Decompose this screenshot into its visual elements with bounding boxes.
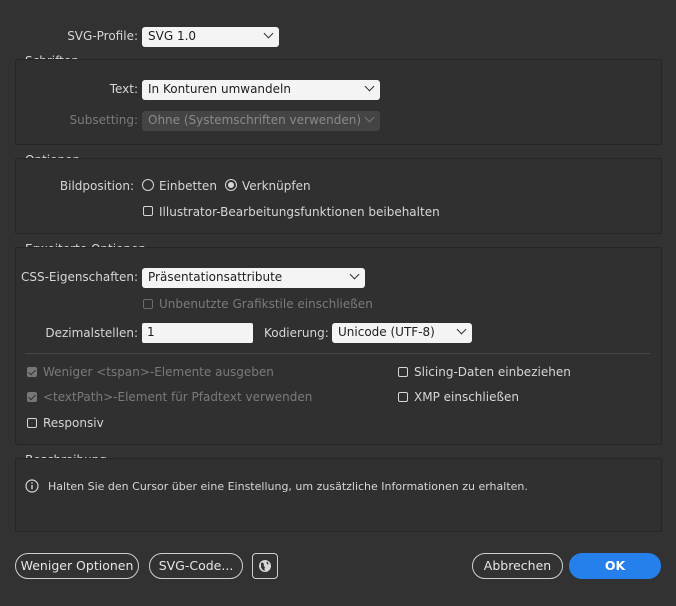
- ok-button[interactable]: OK: [569, 553, 661, 579]
- svg-profile-label: SVG-Profile:: [67, 29, 138, 43]
- text-select-value: In Konturen umwandeln: [148, 82, 291, 96]
- subsetting-label: Subsetting:: [69, 113, 138, 127]
- image-position-label: Bildposition:: [59, 179, 134, 193]
- encoding-value: Unicode (UTF-8): [338, 325, 435, 339]
- cancel-button[interactable]: Abbrechen: [472, 553, 563, 579]
- fewer-tspan-checkbox[interactable]: [27, 367, 37, 377]
- css-properties-select[interactable]: Präsentationsattribute: [142, 268, 365, 288]
- chevron-down-icon: [263, 28, 274, 39]
- xmp-checkbox[interactable]: [398, 392, 408, 402]
- decimal-places-input[interactable]: 1: [142, 323, 253, 343]
- xmp-label[interactable]: XMP einschließen: [414, 390, 519, 404]
- chevron-down-icon: [364, 112, 375, 123]
- textpath-checkbox[interactable]: [27, 392, 37, 402]
- options-section: [15, 158, 662, 234]
- chevron-down-icon: [456, 324, 467, 335]
- embed-radio[interactable]: [142, 179, 154, 191]
- subsetting-select-value: Ohne (Systemschriften verwenden): [148, 113, 362, 127]
- unused-styles-checkbox[interactable]: [143, 299, 153, 309]
- fewer-options-button[interactable]: Weniger Optionen: [15, 553, 139, 579]
- svg-code-button[interactable]: SVG-Code...: [149, 553, 243, 579]
- css-properties-label: CSS-Eigenschaften:: [20, 270, 138, 284]
- responsive-label[interactable]: Responsiv: [43, 416, 104, 430]
- subsetting-select[interactable]: Ohne (Systemschriften verwenden): [142, 111, 380, 131]
- preserve-editing-label[interactable]: Illustrator-Bearbeitungsfunktionen beibe…: [159, 205, 440, 219]
- unused-styles-label: Unbenutzte Grafikstile einschließen: [159, 297, 373, 311]
- fonts-section: [15, 59, 662, 145]
- text-select[interactable]: In Konturen umwandeln: [142, 80, 380, 100]
- divider: [25, 353, 650, 354]
- info-icon: [25, 479, 39, 493]
- decimal-places-label: Dezimalstellen:: [45, 326, 138, 340]
- chevron-down-icon: [364, 81, 375, 92]
- slicing-checkbox[interactable]: [398, 367, 408, 377]
- description-text: Halten Sie den Cursor über eine Einstell…: [48, 480, 528, 493]
- web-preview-button[interactable]: [252, 553, 278, 579]
- responsive-checkbox[interactable]: [27, 418, 37, 428]
- textpath-label: <textPath>-Element für Pfadtext verwende…: [43, 390, 313, 404]
- description-section: [15, 458, 662, 532]
- link-radio[interactable]: [225, 179, 237, 191]
- text-label: Text:: [109, 82, 138, 96]
- css-properties-value: Präsentationsattribute: [148, 270, 283, 284]
- encoding-label: Kodierung:: [264, 326, 329, 340]
- svg-profile-value: SVG 1.0: [148, 29, 197, 43]
- link-radio-label[interactable]: Verknüpfen: [242, 179, 311, 193]
- preserve-editing-checkbox[interactable]: [143, 206, 153, 216]
- slicing-label[interactable]: Slicing-Daten einbeziehen: [414, 365, 571, 379]
- chevron-down-icon: [349, 269, 360, 280]
- encoding-select[interactable]: Unicode (UTF-8): [332, 323, 472, 343]
- fewer-tspan-label: Weniger <tspan>-Elemente ausgeben: [43, 365, 274, 379]
- embed-radio-label[interactable]: Einbetten: [159, 179, 217, 193]
- svg-profile-select[interactable]: SVG 1.0: [142, 27, 279, 47]
- globe-icon: [259, 560, 271, 572]
